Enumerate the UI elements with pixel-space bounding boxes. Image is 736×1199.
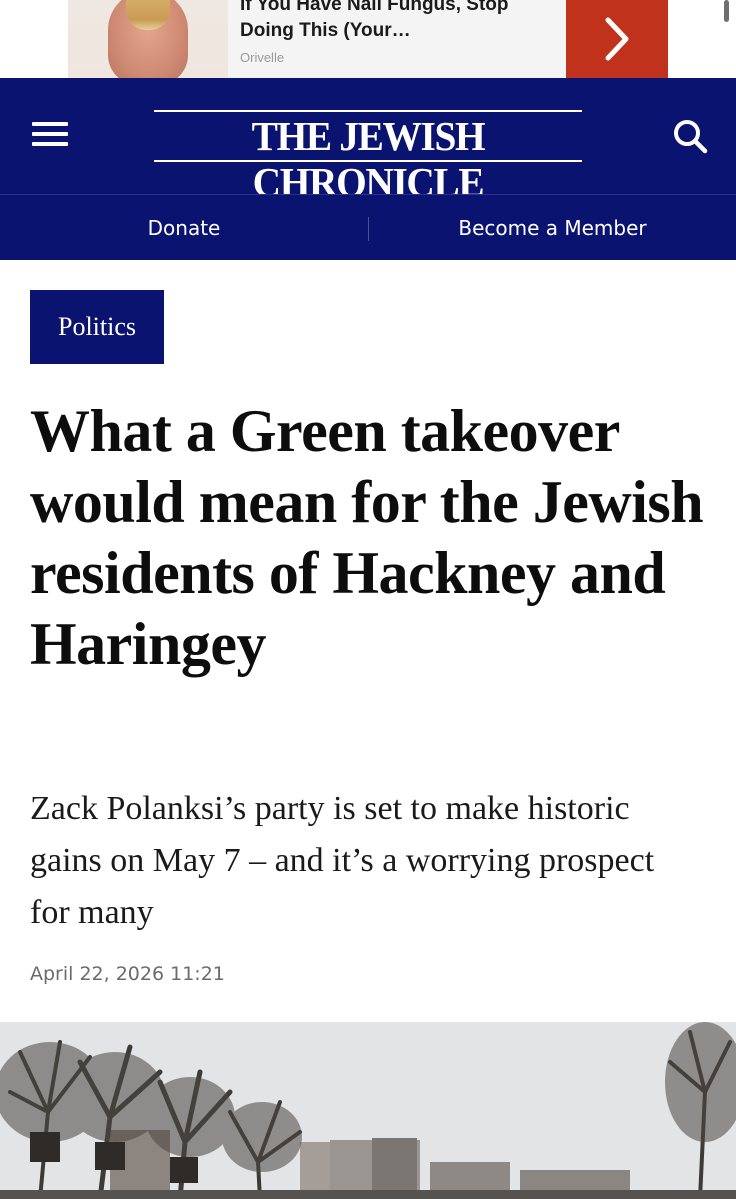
article-standfirst: Zack Polanksi’s party is set to make his… (30, 790, 655, 931)
ad-text[interactable]: If You Have Nail Fungus, Stop Doing This… (240, 0, 560, 65)
hamburger-menu-icon-bar (32, 142, 68, 146)
become-member-link[interactable]: Become a Member (369, 195, 736, 261)
scrollbar[interactable] (724, 0, 729, 22)
hamburger-menu-icon (32, 122, 68, 126)
secondary-nav: Donate Become a Member (0, 194, 736, 260)
menu-button[interactable] (32, 118, 70, 148)
ad-title[interactable]: If You Have Nail Fungus, Stop Doing This… (240, 0, 560, 44)
logo-rule-top (154, 110, 582, 112)
donate-link[interactable]: Donate (0, 195, 368, 261)
search-button[interactable] (672, 118, 708, 154)
logo-rule-bottom (154, 160, 582, 162)
article-date: April 22, 2026 11:21 (30, 963, 225, 985)
logo-text: THE JEWISH CHRONICLE (251, 113, 486, 205)
chevron-right-icon (605, 17, 629, 61)
ad-thumbnail[interactable] (68, 0, 228, 78)
article-hero-image[interactable] (0, 1022, 736, 1199)
site-header: THE JEWISH CHRONICLE (0, 78, 736, 205)
article-headline: What a Green takeover would mean for the… (30, 398, 704, 677)
street-photo (0, 1022, 736, 1199)
ad-card[interactable]: If You Have Nail Fungus, Stop Doing This… (68, 0, 668, 78)
ad-cta-button[interactable] (566, 0, 668, 78)
search-icon (674, 120, 708, 154)
ad-banner[interactable]: If You Have Nail Fungus, Stop Doing This… (0, 0, 736, 78)
site-logo[interactable]: THE JEWISH CHRONICLE (154, 110, 582, 205)
category-tag[interactable]: Politics (30, 290, 164, 364)
hamburger-menu-icon-bar (32, 132, 68, 136)
ad-source: Orivelle (240, 50, 285, 65)
